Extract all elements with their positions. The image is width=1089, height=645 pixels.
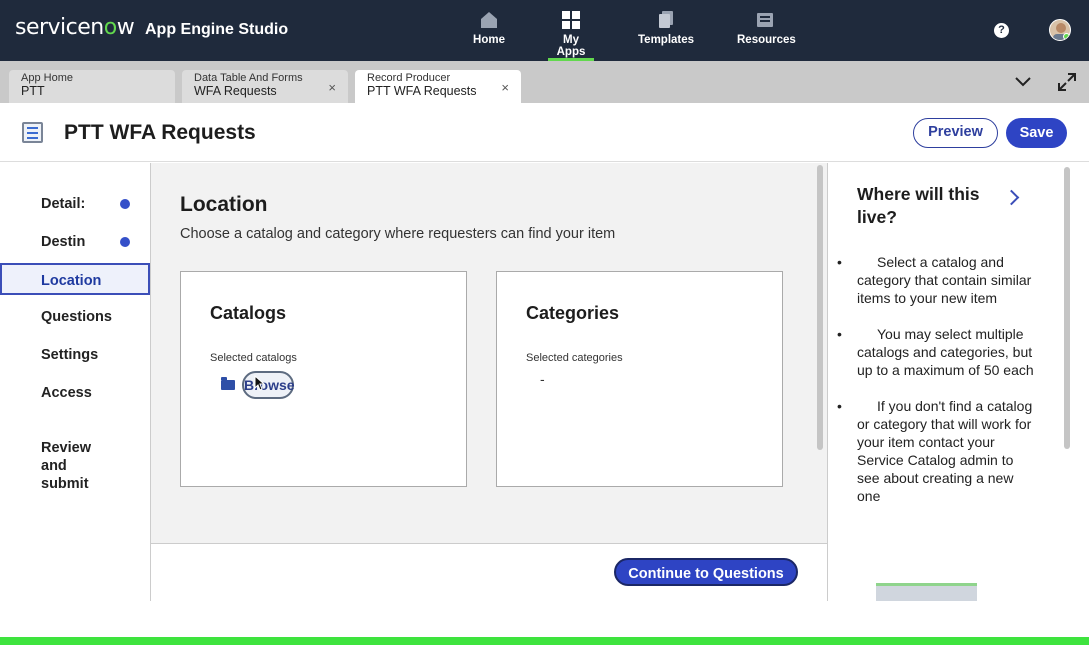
expand-icon[interactable] xyxy=(1058,73,1076,91)
tab-data-table-and-forms[interactable]: Data Table And Forms WFA Requests × xyxy=(182,70,348,103)
progress-bar xyxy=(0,637,1089,645)
step-label: Access xyxy=(41,385,92,401)
mouse-cursor-icon xyxy=(254,375,266,391)
nav-my-apps[interactable]: My Apps xyxy=(548,10,594,61)
step-label: Settings xyxy=(41,347,99,363)
preview-button[interactable]: Preview xyxy=(913,118,998,148)
app-name: App Engine Studio xyxy=(145,21,289,38)
step-review-and-submit[interactable]: Review and submit xyxy=(0,417,150,492)
chevron-right-icon[interactable] xyxy=(1003,189,1020,206)
logo-o-glyph: o xyxy=(103,15,117,40)
save-button[interactable]: Save xyxy=(1006,118,1067,148)
tab-title: App Home xyxy=(21,72,73,84)
tab-title: Data Table And Forms xyxy=(194,72,303,84)
tab-record-producer[interactable]: Record Producer PTT WFA Requests × xyxy=(355,70,521,103)
list-item: You may select multiple catalogs and cat… xyxy=(837,325,1037,379)
home-icon xyxy=(481,12,497,28)
nav-home-label: Home xyxy=(473,34,505,46)
list-item: If you don't find a catalog or category … xyxy=(837,397,1037,505)
top-navigation: servicenow App Engine Studio Home My App… xyxy=(0,0,1089,61)
incomplete-dot-icon xyxy=(120,237,130,247)
logo-text-end: w xyxy=(116,15,135,40)
tab-subtitle: PTT WFA Requests xyxy=(367,84,477,98)
help-icon[interactable]: ? xyxy=(994,23,1009,38)
step-questions[interactable]: Questions xyxy=(0,301,150,333)
help-panel-scrollbar[interactable] xyxy=(1064,167,1070,449)
step-navigation: Detail: Destin Location Questions Settin… xyxy=(0,163,151,601)
nav-templates-label: Templates xyxy=(638,34,695,46)
location-section: Location Choose a catalog and category w… xyxy=(151,163,827,543)
step-label: Detail: xyxy=(41,196,86,212)
nav-home[interactable]: Home xyxy=(470,10,508,61)
step-location[interactable]: Location xyxy=(0,263,150,295)
step-label: Review and submit xyxy=(41,440,91,492)
help-bullets: Select a catalog and category that conta… xyxy=(837,253,1037,523)
selected-catalogs-label: Selected catalogs xyxy=(210,352,297,364)
step-settings[interactable]: Settings xyxy=(0,339,150,371)
step-label: Questions xyxy=(41,309,112,325)
help-panel: Where will this live? Select a catalog a… xyxy=(827,163,1089,601)
main-scrollbar[interactable] xyxy=(817,165,823,450)
chevron-down-icon[interactable] xyxy=(1015,76,1031,88)
step-access[interactable]: Access xyxy=(0,377,150,409)
incomplete-dot-icon xyxy=(120,199,130,209)
tab-bar: App Home PTT Data Table And Forms WFA Re… xyxy=(0,61,1089,103)
tab-app-home[interactable]: App Home PTT xyxy=(9,70,175,103)
catalogs-title: Catalogs xyxy=(210,303,287,323)
page-header: PTT WFA Requests Preview Save xyxy=(0,103,1089,162)
tab-subtitle: PTT xyxy=(21,84,45,98)
record-producer-icon xyxy=(22,122,43,143)
step-label: Location xyxy=(41,273,102,289)
folder-icon xyxy=(221,377,235,390)
categories-title: Categories xyxy=(526,303,620,323)
tab-title: Record Producer xyxy=(367,72,451,84)
resources-icon xyxy=(757,13,773,27)
logo-text: servicen xyxy=(15,15,104,40)
illustration-image xyxy=(876,583,977,601)
list-item: Select a catalog and category that conta… xyxy=(837,253,1037,307)
tab-subtitle: WFA Requests xyxy=(194,84,277,98)
presence-indicator xyxy=(1063,33,1070,40)
step-destination[interactable]: Destin xyxy=(0,226,150,258)
page-title: PTT WFA Requests xyxy=(64,121,256,144)
step-label: Destin xyxy=(41,234,86,250)
nav-resources-label: Resources xyxy=(737,34,796,46)
selected-categories-value: - xyxy=(540,371,545,387)
nav-resources[interactable]: Resources xyxy=(737,10,796,61)
avatar[interactable] xyxy=(1049,19,1071,41)
close-icon[interactable]: × xyxy=(328,80,336,95)
nav-my-apps-label: My Apps xyxy=(556,34,586,58)
help-panel-title: Where will this live? xyxy=(857,184,980,227)
nav-templates[interactable]: Templates xyxy=(638,10,694,61)
close-icon[interactable]: × xyxy=(501,80,509,95)
browse-button[interactable]: Browse xyxy=(242,371,295,399)
continue-to-questions-button[interactable]: Continue to Questions xyxy=(614,558,798,586)
section-subtitle: Choose a catalog and category where requ… xyxy=(180,226,616,242)
step-details[interactable]: Detail: xyxy=(0,188,150,220)
section-title: Location xyxy=(180,193,268,216)
servicenow-logo[interactable]: servicenow xyxy=(15,15,135,40)
grid-icon xyxy=(562,11,580,29)
catalogs-card: Catalogs Selected catalogs Browse xyxy=(180,271,467,487)
templates-icon xyxy=(659,11,673,28)
categories-card: Categories Selected categories - xyxy=(496,271,783,487)
wizard-footer: Continue to Questions xyxy=(151,543,827,601)
selected-categories-label: Selected categories xyxy=(526,352,623,364)
